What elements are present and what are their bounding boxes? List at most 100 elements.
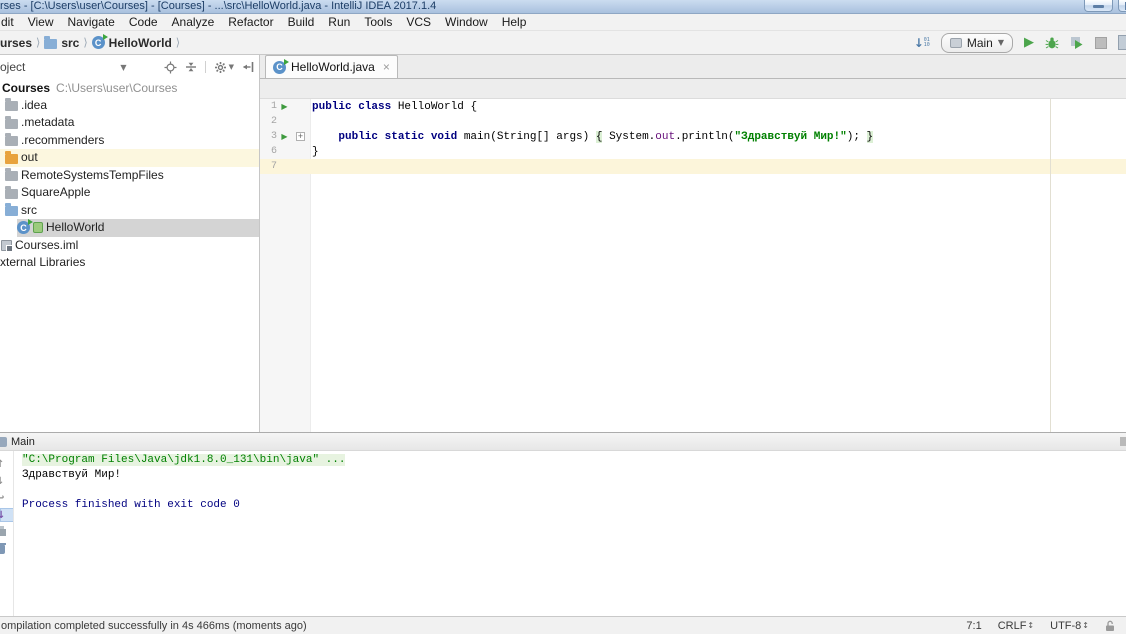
run-button[interactable]: ▶ xyxy=(1024,36,1034,49)
sort-numeric-icon[interactable]: ↓ 0110 xyxy=(914,36,930,50)
code-text[interactable]: } xyxy=(309,146,319,158)
minimize-button[interactable] xyxy=(1084,0,1113,12)
fold-toggle-icon[interactable]: + xyxy=(292,132,309,141)
clear-console-icon[interactable] xyxy=(0,542,13,556)
tree-item-courses-root[interactable]: Courses C:\Users\user\Courses xyxy=(0,79,259,97)
editor-tab-helloworld[interactable]: C HelloWorld.java × xyxy=(265,55,398,78)
run-tab-label[interactable]: Main xyxy=(11,436,35,448)
breadcrumb-item-urses[interactable]: urses xyxy=(0,36,32,50)
console-line xyxy=(22,483,1126,498)
class-icon: C xyxy=(92,36,105,49)
menu-item-window[interactable]: Window xyxy=(438,14,495,30)
code-text[interactable]: public class HelloWorld { xyxy=(309,101,477,113)
project-tree: Courses C:\Users\user\Courses .idea.meta… xyxy=(0,79,259,432)
menu-item-dit[interactable]: dit xyxy=(0,14,21,30)
updown-arrows-icon: ↕ xyxy=(1082,621,1089,630)
folder-excluded-icon xyxy=(5,154,18,164)
tree-item-label: SquareApple xyxy=(21,184,90,201)
editor-tab-label: HelloWorld.java xyxy=(291,60,375,74)
breadcrumb-item-src[interactable]: src xyxy=(44,36,79,50)
tree-item-helloworld[interactable]: CHelloWorld xyxy=(0,219,259,237)
class-icon: C xyxy=(17,221,30,234)
encoding-widget[interactable]: UTF-8↕ xyxy=(1050,620,1089,632)
menu-item-analyze[interactable]: Analyze xyxy=(165,14,222,30)
run-configuration-selector[interactable]: Main ▼ xyxy=(941,33,1013,53)
folder-icon xyxy=(44,39,57,49)
menu-item-refactor[interactable]: Refactor xyxy=(221,14,280,30)
folder-icon xyxy=(5,189,18,199)
soft-wrap-icon[interactable]: ↩ xyxy=(0,491,13,505)
code-line-6: 6} xyxy=(260,144,1126,159)
run-line-icon[interactable]: ▶ xyxy=(277,132,292,141)
coverage-icon xyxy=(1070,36,1084,50)
chevron-down-icon[interactable]: ▼ xyxy=(229,63,234,71)
run-panel-header: Main xyxy=(0,433,1126,451)
debug-button[interactable] xyxy=(1045,36,1059,50)
editor-tab-bar: C HelloWorld.java × xyxy=(260,55,1126,79)
down-arrow-icon[interactable]: ↓ xyxy=(0,474,13,488)
line-number[interactable]: 1 xyxy=(260,101,277,112)
menu-item-help[interactable]: Help xyxy=(495,14,534,30)
scroll-to-end-icon[interactable]: ↓ xyxy=(0,508,14,522)
menu-item-vcs[interactable]: VCS xyxy=(399,14,438,30)
line-number[interactable]: 2 xyxy=(260,116,277,127)
line-number[interactable]: 7 xyxy=(260,161,277,172)
tree-item-courses-iml[interactable]: Courses.iml xyxy=(0,237,259,255)
status-message: ompilation completed successfully in 4s … xyxy=(0,620,307,632)
run-config-icon xyxy=(950,38,962,48)
locate-icon[interactable] xyxy=(164,61,177,74)
stop-button[interactable] xyxy=(1095,37,1107,49)
settings-gear-icon[interactable] xyxy=(214,61,227,74)
tree-item-label: src xyxy=(21,202,37,219)
project-root-path: C:\Users\user\Courses xyxy=(56,81,177,95)
up-arrow-icon[interactable]: ↑ xyxy=(0,457,13,471)
title-bar[interactable]: rses - [C:\Users\user\Courses] - [Course… xyxy=(0,0,1126,14)
code-editor[interactable]: 1▶public class HelloWorld {23▶+ public s… xyxy=(260,99,1126,432)
console-line: Process finished with exit code 0 xyxy=(22,498,1126,513)
caret-position-widget[interactable]: 7:1 xyxy=(966,620,981,632)
unlocked-padlock-icon[interactable] xyxy=(1105,620,1116,632)
project-root-name: Courses xyxy=(2,81,50,95)
tree-item-squareapple[interactable]: SquareApple xyxy=(0,184,259,202)
menu-item-run[interactable]: Run xyxy=(321,14,357,30)
menu-item-code[interactable]: Code xyxy=(122,14,165,30)
line-separator-widget[interactable]: CRLF↕ xyxy=(998,620,1034,632)
chevron-down-icon[interactable]: ▼ xyxy=(120,63,126,72)
down-arrow-icon: ↓ xyxy=(914,36,924,50)
hide-panel-icon[interactable] xyxy=(242,61,254,73)
project-panel-toolbar: ▼ xyxy=(164,61,254,74)
run-toolbar: ↓ 0110 Main ▼ ▶ xyxy=(914,33,1126,53)
menu-item-view[interactable]: View xyxy=(21,14,61,30)
code-lines: 1▶public class HelloWorld {23▶+ public s… xyxy=(260,99,1126,174)
menu-item-navigate[interactable]: Navigate xyxy=(60,14,121,30)
project-tree-items: .idea.metadata.recommendersoutRemoteSyst… xyxy=(0,97,259,272)
tree-item-label: .metadata xyxy=(21,114,74,131)
status-bar: ompilation completed successfully in 4s … xyxy=(0,616,1126,634)
tree-item--recommenders[interactable]: .recommenders xyxy=(0,132,259,150)
run-panel-body: ↑ ↓ ↩ ↓ "C:\Program Files\Java\jdk1.8.0_… xyxy=(0,451,1126,616)
tree-item-xternal-libraries[interactable]: xternal Libraries xyxy=(0,254,259,272)
tree-item--idea[interactable]: .idea xyxy=(0,97,259,115)
close-tab-icon[interactable]: × xyxy=(383,60,390,74)
print-icon[interactable] xyxy=(0,525,13,539)
line-number[interactable]: 6 xyxy=(260,146,277,157)
project-tool-window: oject ▼ xyxy=(0,55,260,432)
menu-item-tools[interactable]: Tools xyxy=(357,14,399,30)
project-panel-title[interactable]: oject xyxy=(0,60,25,74)
maximize-button[interactable] xyxy=(1118,0,1126,12)
collapse-all-icon[interactable] xyxy=(185,61,197,73)
clipped-header-icon[interactable] xyxy=(1120,437,1126,446)
line-number[interactable]: 3 xyxy=(260,131,277,142)
breadcrumb-item-helloworld[interactable]: CHelloWorld xyxy=(92,36,172,50)
tree-item-src[interactable]: src xyxy=(0,202,259,220)
tree-item--metadata[interactable]: .metadata xyxy=(0,114,259,132)
tree-item-out[interactable]: out xyxy=(0,149,259,167)
code-text[interactable]: public static void main(String[] args) {… xyxy=(309,131,873,143)
coverage-button[interactable] xyxy=(1070,36,1084,50)
run-line-icon[interactable]: ▶ xyxy=(277,102,292,111)
class-icon: C xyxy=(273,61,286,74)
clipped-edge-icon[interactable] xyxy=(1118,35,1126,50)
tree-item-remotesystemstempfiles[interactable]: RemoteSystemsTempFiles xyxy=(0,167,259,185)
menu-item-build[interactable]: Build xyxy=(281,14,322,30)
console-output[interactable]: "C:\Program Files\Java\jdk1.8.0_131\bin\… xyxy=(14,451,1126,616)
